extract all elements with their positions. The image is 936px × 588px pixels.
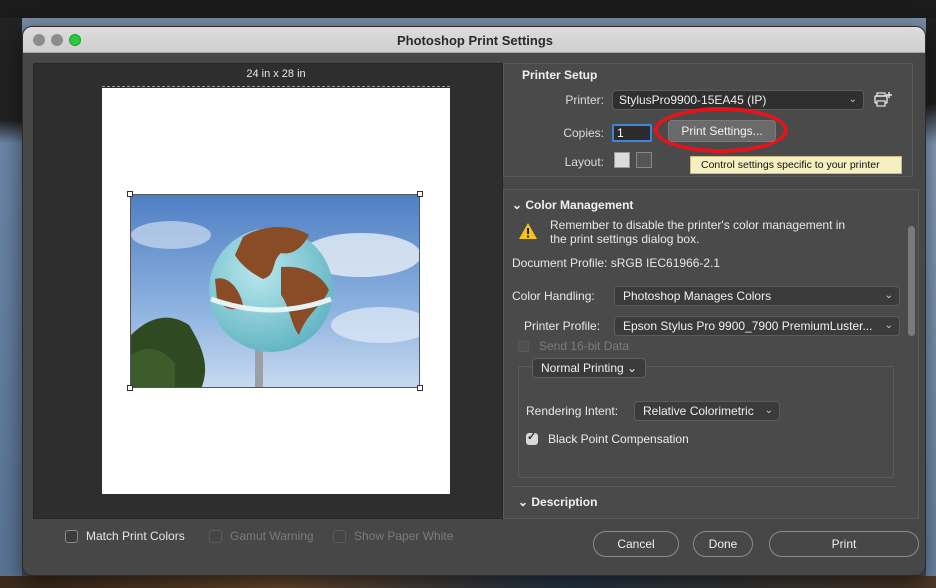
show-paper-white-option: Show Paper White: [333, 529, 453, 543]
globe-photo: [131, 195, 419, 387]
color-handling-value: Photoshop Manages Colors: [623, 289, 772, 303]
color-management-title: Color Management: [525, 198, 634, 212]
desktop-bottom-edge: [0, 576, 936, 588]
rendering-intent-select[interactable]: Relative Colorimetric ⌄: [634, 401, 780, 421]
resize-handle-bottom-right[interactable]: [417, 385, 423, 391]
chevron-down-icon: ⌄: [764, 405, 773, 416]
printing-options-box: [518, 366, 894, 478]
resize-handle-top-right[interactable]: [417, 191, 423, 197]
add-printer-icon[interactable]: [872, 90, 894, 110]
resize-handle-bottom-left[interactable]: [127, 385, 133, 391]
send-16bit-label: Send 16-bit Data: [539, 339, 630, 353]
description-header[interactable]: ⌄ Description: [518, 495, 597, 509]
black-point-compensation-checkbox[interactable]: ✓: [526, 431, 538, 445]
black-point-compensation-option[interactable]: ✓ Black Point Compensation: [526, 431, 689, 446]
tooltip: Control settings specific to your printe…: [690, 156, 902, 174]
color-management-panel: ⌄ Color Management Remember to disable t…: [503, 189, 919, 519]
printer-profile-value: Epson Stylus Pro 9900_7900 PremiumLuster…: [623, 319, 873, 333]
portrait-layout-icon[interactable]: [614, 152, 630, 168]
printer-label: Printer:: [565, 93, 604, 107]
chevron-down-icon: ⌄: [848, 94, 857, 105]
resize-handle-top-left[interactable]: [127, 191, 133, 197]
print-preview-panel: 24 in x 28 in: [33, 63, 503, 519]
warning-triangle-icon: [518, 222, 538, 240]
show-paper-white-checkbox: [333, 529, 346, 543]
scrollbar-thumb[interactable]: [908, 226, 915, 336]
print-settings-dialog: Photoshop Print Settings 24 in x 28 in M…: [22, 26, 926, 576]
copies-label: Copies:: [563, 126, 604, 140]
show-paper-white-label: Show Paper White: [354, 529, 454, 543]
send-16bit-option: Send 16-bit Data: [518, 339, 629, 353]
printer-setup-section: Printer Setup Printer: StylusPro9900-15E…: [503, 63, 913, 177]
match-print-colors-option[interactable]: Match Print Colors: [65, 529, 185, 543]
paper-top-edge: [102, 86, 450, 87]
chevron-down-icon: ⌄: [512, 198, 526, 212]
desktop-left-edge: [0, 18, 22, 588]
title-bar: Photoshop Print Settings: [23, 27, 925, 53]
gamut-warning-option: Gamut Warning: [209, 529, 314, 543]
cancel-button[interactable]: Cancel: [593, 531, 679, 557]
print-settings-button[interactable]: Print Settings...: [668, 120, 776, 142]
document-profile: Document Profile: sRGB IEC61966-2.1: [512, 256, 721, 270]
chevron-down-icon: ⌄: [623, 361, 638, 375]
layout-label: Layout:: [564, 155, 604, 169]
rendering-intent-label: Rendering Intent:: [526, 404, 619, 418]
printer-profile-label: Printer Profile:: [524, 319, 601, 333]
description-title: Description: [531, 495, 598, 509]
printer-setup-title: Printer Setup: [522, 68, 598, 82]
copies-input[interactable]: 1: [612, 124, 652, 142]
checkmark-icon: ✓: [527, 431, 537, 443]
warning-message: Remember to disable the printer's color …: [550, 218, 846, 246]
print-button[interactable]: Print: [769, 531, 919, 557]
desktop-menu-strip: [0, 0, 936, 18]
printer-value: StylusPro9900-15EA45 (IP): [619, 93, 767, 107]
chevron-down-icon: ⌄: [884, 290, 893, 301]
chevron-down-icon: ⌄: [884, 320, 893, 331]
match-print-colors-checkbox[interactable]: [65, 529, 78, 543]
black-point-compensation-label: Black Point Compensation: [548, 432, 689, 446]
done-button[interactable]: Done: [693, 531, 753, 557]
rendering-intent-value: Relative Colorimetric: [643, 404, 754, 418]
desktop-right-edge: [926, 18, 936, 588]
color-handling-label: Color Handling:: [512, 289, 595, 303]
window-title: Photoshop Print Settings: [397, 33, 553, 48]
chevron-down-icon: ⌄: [518, 495, 532, 509]
color-management-header[interactable]: ⌄ Color Management: [512, 198, 633, 212]
send-16bit-checkbox: [518, 340, 529, 352]
photo-preview[interactable]: [130, 194, 420, 388]
gamut-warning-checkbox: [209, 529, 222, 543]
normal-printing-value: Normal Printing: [541, 361, 624, 375]
normal-printing-select[interactable]: Normal Printing ⌄: [532, 358, 646, 378]
color-handling-select[interactable]: Photoshop Manages Colors ⌄: [614, 286, 900, 306]
description-divider: [512, 486, 896, 487]
printer-profile-select[interactable]: Epson Stylus Pro 9900_7900 PremiumLuster…: [614, 316, 900, 336]
gamut-warning-label: Gamut Warning: [230, 529, 314, 543]
match-print-colors-label: Match Print Colors: [86, 529, 185, 543]
landscape-layout-icon[interactable]: [636, 152, 652, 168]
paper-size-label: 24 in x 28 in: [246, 68, 306, 80]
